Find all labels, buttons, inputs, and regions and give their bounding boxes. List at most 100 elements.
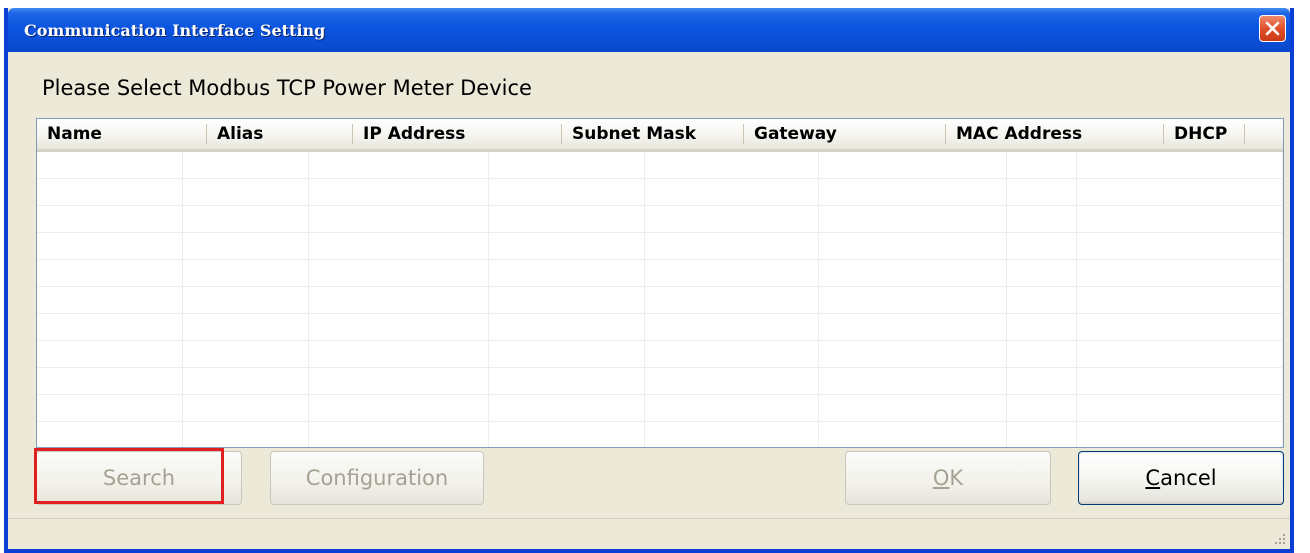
table-row — [37, 314, 1283, 341]
table-cell — [183, 422, 309, 447]
table-cell — [37, 422, 184, 447]
table-cell — [489, 395, 646, 421]
resize-grip-icon[interactable] — [1272, 531, 1286, 545]
table-cell — [183, 341, 309, 367]
table-cell — [1077, 152, 1283, 178]
column-header-mac-address[interactable]: MAC Address — [946, 119, 1164, 149]
status-bar — [8, 518, 1290, 549]
table-cell — [309, 179, 489, 205]
table-cell — [1077, 368, 1283, 394]
column-header-ip-address[interactable]: IP Address — [353, 119, 562, 149]
table-cell — [1077, 395, 1283, 421]
table-cell — [37, 395, 184, 421]
table-cell — [1077, 422, 1283, 447]
table-cell — [1077, 179, 1283, 205]
table-row — [37, 287, 1283, 314]
table-cell — [1007, 179, 1077, 205]
column-header-subnet-mask[interactable]: Subnet Mask — [562, 119, 744, 149]
table-cell — [309, 368, 489, 394]
search-button[interactable]: Search — [36, 451, 242, 505]
window-title: Communication Interface Setting — [24, 21, 326, 40]
table-row — [37, 422, 1283, 447]
table-cell — [309, 152, 489, 178]
cancel-button[interactable]: Cancel — [1078, 451, 1284, 505]
cancel-mnemonic: C — [1145, 466, 1161, 490]
table-cell — [1007, 314, 1077, 340]
table-cell — [645, 152, 820, 178]
table-cell — [645, 395, 820, 421]
table-cell — [37, 341, 184, 367]
table-cell — [37, 152, 184, 178]
ok-mnemonic: O — [932, 466, 950, 490]
table-cell — [645, 233, 820, 259]
table-cell — [183, 395, 309, 421]
table-cell — [819, 179, 1007, 205]
table-cell — [819, 152, 1007, 178]
table-row — [37, 233, 1283, 260]
table-cell — [1077, 287, 1283, 313]
column-header-gateway[interactable]: Gateway — [744, 119, 946, 149]
table-cell — [37, 260, 184, 286]
table-row — [37, 152, 1283, 179]
table-cell — [309, 341, 489, 367]
device-list-rows — [37, 152, 1283, 447]
ok-label-rest: K — [949, 466, 964, 490]
table-cell — [489, 314, 646, 340]
table-cell — [183, 152, 309, 178]
table-row — [37, 341, 1283, 368]
table-cell — [489, 422, 646, 447]
table-cell — [1077, 233, 1283, 259]
table-cell — [645, 287, 820, 313]
table-row — [37, 368, 1283, 395]
table-cell — [819, 341, 1007, 367]
table-cell — [489, 368, 646, 394]
cancel-label-rest: ancel — [1160, 466, 1217, 490]
table-cell — [645, 260, 820, 286]
ok-button[interactable]: OK — [845, 451, 1051, 505]
table-cell — [819, 233, 1007, 259]
table-cell — [645, 368, 820, 394]
table-cell — [1007, 287, 1077, 313]
table-cell — [489, 233, 646, 259]
table-cell — [183, 233, 309, 259]
table-row — [37, 260, 1283, 287]
table-cell — [1007, 422, 1077, 447]
table-cell — [1007, 341, 1077, 367]
table-cell — [37, 287, 184, 313]
table-cell — [819, 260, 1007, 286]
table-cell — [309, 314, 489, 340]
table-cell — [37, 206, 184, 232]
table-cell — [1007, 260, 1077, 286]
title-bar[interactable]: Communication Interface Setting — [8, 8, 1290, 52]
table-cell — [183, 314, 309, 340]
table-cell — [645, 206, 820, 232]
table-row — [37, 206, 1283, 233]
table-cell — [309, 206, 489, 232]
table-cell — [489, 152, 646, 178]
column-header-name[interactable]: Name — [37, 119, 207, 149]
table-cell — [819, 314, 1007, 340]
table-cell — [645, 422, 820, 447]
column-header-alias[interactable]: Alias — [207, 119, 353, 149]
table-cell — [37, 368, 184, 394]
dialog-window: Communication Interface Setting Please S… — [4, 8, 1294, 553]
configuration-button[interactable]: Configuration — [270, 451, 484, 505]
table-cell — [1007, 152, 1077, 178]
table-cell — [183, 206, 309, 232]
table-cell — [489, 260, 646, 286]
device-list[interactable]: Name Alias IP Address Subnet Mask Gatewa… — [36, 118, 1284, 448]
table-cell — [309, 260, 489, 286]
table-cell — [1077, 341, 1283, 367]
table-cell — [1007, 395, 1077, 421]
device-list-header: Name Alias IP Address Subnet Mask Gatewa… — [37, 119, 1283, 152]
table-cell — [309, 287, 489, 313]
table-cell — [645, 314, 820, 340]
table-cell — [309, 422, 489, 447]
table-cell — [819, 395, 1007, 421]
table-cell — [309, 233, 489, 259]
column-header-dhcp[interactable]: DHCP — [1164, 119, 1245, 149]
close-button[interactable] — [1259, 15, 1286, 42]
table-cell — [1007, 233, 1077, 259]
table-cell — [489, 341, 646, 367]
table-cell — [1077, 260, 1283, 286]
